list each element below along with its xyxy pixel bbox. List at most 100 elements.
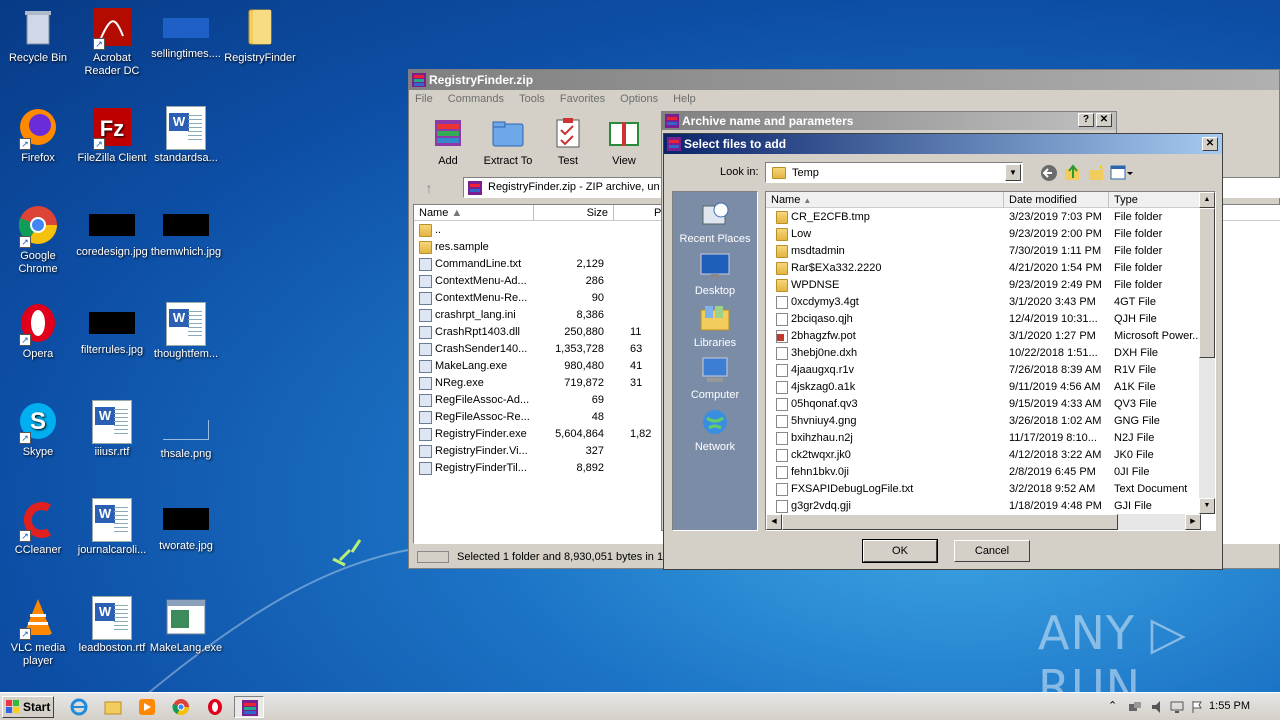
view-menu-icon[interactable] bbox=[1110, 164, 1134, 182]
close-button[interactable]: ✕ bbox=[1202, 137, 1218, 151]
list-item[interactable]: Low 9/23/2019 2:00 PM File folder bbox=[766, 226, 1200, 243]
up-arrow-icon[interactable]: ↑ bbox=[417, 178, 441, 198]
file-explorer-icon[interactable] bbox=[104, 698, 122, 716]
table-row[interactable]: ContextMenu-Re... 90 bbox=[414, 290, 664, 307]
monitor-tray-icon[interactable] bbox=[1170, 700, 1184, 714]
list-item[interactable]: 2bciqaso.qjh 12/4/2019 10:31... QJH File bbox=[766, 311, 1200, 328]
taskbar-clock[interactable]: 1:55 PM bbox=[1209, 700, 1250, 712]
vertical-scrollbar[interactable]: ▲ ▼ bbox=[1199, 192, 1215, 514]
scroll-up-arrow-icon[interactable]: ▲ bbox=[1199, 192, 1215, 208]
table-row[interactable]: NReg.exe 719,872 31 bbox=[414, 375, 664, 392]
opera-icon[interactable] bbox=[206, 698, 224, 716]
close-button[interactable]: ✕ bbox=[1096, 113, 1112, 127]
list-item[interactable]: msdtadmin 7/30/2019 1:11 PM File folder bbox=[766, 243, 1200, 260]
scroll-left-arrow-icon[interactable]: ◀ bbox=[766, 514, 782, 530]
table-row[interactable]: crashrpt_lang.ini 8,386 bbox=[414, 307, 664, 324]
ccleaner-icon[interactable]: ↗ CCleaner bbox=[0, 498, 76, 557]
select-file-list[interactable]: Name ▲ Date modified Type CR_E2CFB.tmp 3/… bbox=[765, 191, 1216, 531]
list-item[interactable]: 4jaaugxq.r1v 7/26/2018 8:39 AM R1V File bbox=[766, 362, 1200, 379]
list-item[interactable]: 5hvniuy4.gng 3/26/2018 1:02 AM GNG File bbox=[766, 413, 1200, 430]
column-size-header[interactable]: Size bbox=[534, 205, 614, 221]
list-item[interactable]: g3gr2vdq.gji 1/18/2019 4:48 PM GJI File bbox=[766, 498, 1200, 515]
flag-tray-icon[interactable] bbox=[1190, 700, 1204, 714]
word-document-icon[interactable]: W journalcaroli... bbox=[74, 498, 150, 557]
column-name-header[interactable]: Name ▲ bbox=[414, 205, 534, 221]
media-player-icon[interactable] bbox=[138, 698, 156, 716]
word-document-icon[interactable]: W iiiusr.rtf bbox=[74, 400, 150, 459]
acrobat-reader-icon[interactable]: ↗ Acrobat Reader DC bbox=[74, 6, 150, 78]
cancel-button[interactable]: Cancel bbox=[954, 540, 1030, 562]
extract-to-button[interactable]: Extract To bbox=[477, 112, 539, 168]
chevron-down-icon[interactable]: ▼ bbox=[1005, 164, 1021, 181]
list-item[interactable]: ck2twqxr.jk0 4/12/2018 3:22 AM JK0 File bbox=[766, 447, 1200, 464]
word-document-icon[interactable]: W thoughtfem... bbox=[148, 302, 224, 361]
list-item[interactable]: 05hqonaf.qv3 9/15/2019 4:33 AM QV3 File bbox=[766, 396, 1200, 413]
up-folder-icon[interactable] bbox=[1064, 164, 1082, 182]
column-name-header[interactable]: Name ▲ bbox=[766, 192, 1004, 208]
google-chrome-icon[interactable]: ↗ Google Chrome bbox=[0, 204, 76, 276]
image-file-icon[interactable]: coredesign.jpg bbox=[74, 204, 150, 259]
menu-favorites[interactable]: Favorites bbox=[560, 93, 605, 105]
view-button[interactable]: View bbox=[593, 112, 655, 168]
menu-commands[interactable]: Commands bbox=[448, 93, 504, 105]
column-packed-header[interactable]: P bbox=[614, 205, 664, 221]
table-row[interactable]: ContextMenu-Ad... 286 bbox=[414, 273, 664, 290]
file-icon[interactable]: sellingtimes.... bbox=[148, 6, 224, 61]
back-arrow-icon[interactable] bbox=[1040, 164, 1058, 182]
table-row[interactable]: CrashSender140... 1,353,728 63 bbox=[414, 341, 664, 358]
menu-file[interactable]: File bbox=[415, 93, 433, 105]
scroll-down-arrow-icon[interactable]: ▼ bbox=[1199, 498, 1215, 514]
ok-button[interactable]: OK bbox=[862, 539, 938, 563]
application-exe-icon[interactable]: MakeLang.exe bbox=[148, 596, 224, 655]
horizontal-scrollbar[interactable]: ◀ ▶ bbox=[766, 514, 1201, 530]
scrollbar-thumb[interactable] bbox=[1199, 208, 1215, 358]
recycle-bin-icon[interactable]: Recycle Bin bbox=[0, 6, 76, 65]
table-row[interactable]: RegistryFinderTil... 8,892 bbox=[414, 460, 664, 477]
places-network[interactable]: Network bbox=[673, 408, 757, 453]
list-item[interactable]: 0xcdymy3.4gt 3/1/2020 3:43 PM 4GT File bbox=[766, 294, 1200, 311]
filezilla-icon[interactable]: Fz ↗ FileZilla Client bbox=[74, 106, 150, 165]
places-recent[interactable]: Recent Places bbox=[673, 200, 757, 245]
word-document-icon[interactable]: W standardsa... bbox=[148, 106, 224, 165]
image-file-icon[interactable]: filterrules.jpg bbox=[74, 302, 150, 357]
start-button[interactable]: Start bbox=[2, 696, 54, 718]
internet-explorer-icon[interactable] bbox=[70, 698, 88, 716]
folder-icon[interactable]: RegistryFinder bbox=[222, 6, 298, 65]
list-item[interactable]: bxihzhau.n2j 11/17/2019 8:10... N2J File bbox=[766, 430, 1200, 447]
list-item[interactable]: WPDNSE 9/23/2019 2:49 PM File folder bbox=[766, 277, 1200, 294]
word-document-icon[interactable]: W leadboston.rtf bbox=[74, 596, 150, 655]
network-tray-icon[interactable] bbox=[1128, 700, 1142, 714]
add-button[interactable]: Add bbox=[417, 112, 479, 168]
look-in-combobox[interactable]: Temp ▼ bbox=[765, 162, 1023, 183]
image-file-icon[interactable]: thsale.png bbox=[148, 400, 224, 461]
select-files-titlebar[interactable]: Select files to add ✕ bbox=[664, 134, 1222, 154]
column-date-header[interactable]: Date modified bbox=[1004, 192, 1109, 208]
list-item[interactable]: CR_E2CFB.tmp 3/23/2019 7:03 PM File folder bbox=[766, 209, 1200, 226]
list-item[interactable]: FXSAPIDebugLogFile.txt 3/2/2018 9:52 AM Te… bbox=[766, 481, 1200, 498]
table-row[interactable]: RegFileAssoc-Ad... 69 bbox=[414, 392, 664, 409]
table-row[interactable]: RegistryFinder.Vi... 327 bbox=[414, 443, 664, 460]
places-computer[interactable]: Computer bbox=[673, 356, 757, 401]
image-file-icon[interactable]: themwhich.jpg bbox=[148, 204, 224, 259]
table-row[interactable]: CrashRpt1403.dll 250,880 11 bbox=[414, 324, 664, 341]
new-folder-icon[interactable] bbox=[1088, 164, 1106, 182]
list-item[interactable]: 3hebj0ne.dxh 10/22/2018 1:51... DXH File bbox=[766, 345, 1200, 362]
help-button[interactable]: ? bbox=[1078, 113, 1094, 127]
list-item[interactable]: 2bhagzfw.pot 3/1/2020 1:27 PM Microsoft Po… bbox=[766, 328, 1201, 345]
menu-options[interactable]: Options bbox=[620, 93, 658, 105]
archive-parameters-titlebar[interactable]: Archive name and parameters ? ✕ bbox=[662, 112, 1116, 130]
list-item[interactable]: Rar$EXa332.2220 4/21/2020 1:54 PM File fol… bbox=[766, 260, 1200, 277]
vlc-media-player-icon[interactable]: ↗ VLC media player bbox=[0, 596, 76, 668]
speaker-tray-icon[interactable] bbox=[1150, 700, 1164, 714]
list-item[interactable]: fehn1bkv.0ji 2/8/2019 6:45 PM 0JI File bbox=[766, 464, 1200, 481]
taskbar-winrar-button[interactable] bbox=[234, 696, 264, 718]
tray-expand-icon[interactable]: ⌃ bbox=[1108, 699, 1117, 712]
table-row[interactable]: .. bbox=[414, 222, 664, 239]
scroll-right-arrow-icon[interactable]: ▶ bbox=[1185, 514, 1201, 530]
menu-help[interactable]: Help bbox=[673, 93, 696, 105]
table-row[interactable]: MakeLang.exe 980,480 41 bbox=[414, 358, 664, 375]
places-desktop[interactable]: Desktop bbox=[673, 252, 757, 297]
table-row[interactable]: res.sample bbox=[414, 239, 664, 256]
winrar-titlebar[interactable]: RegistryFinder.zip bbox=[409, 70, 1279, 90]
image-file-icon[interactable]: tworate.jpg bbox=[148, 498, 224, 553]
